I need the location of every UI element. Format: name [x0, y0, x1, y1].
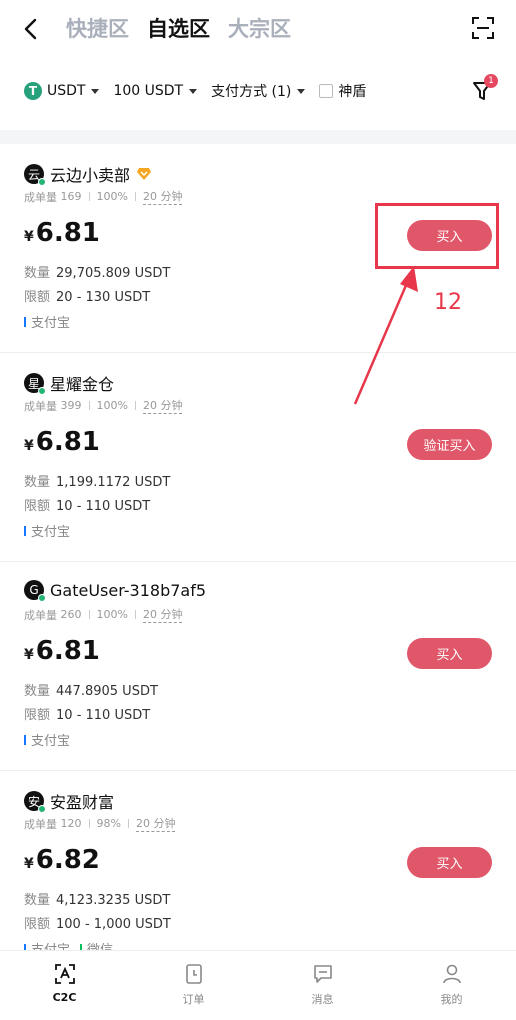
message-icon — [313, 965, 332, 983]
merchant-name: GateUser-318b7af5 — [50, 580, 207, 600]
nav-label: 消息 — [311, 993, 334, 1006]
usdt-coin-icon: T — [24, 82, 42, 100]
tab-quick-zone[interactable]: 快捷区 — [66, 14, 129, 44]
avatar: 云 — [24, 164, 46, 186]
avatar: G — [24, 580, 46, 602]
payment-methods: 支付宝 — [24, 521, 80, 540]
merchant-info[interactable]: G GateUser-318b7af5 — [24, 580, 207, 602]
unit-price: ¥6.82 — [24, 845, 100, 875]
payment-alipay: 支付宝 — [24, 730, 70, 749]
offer-card: 星 星耀金仓 成单量 399 100% 20 分钟 ¥6.81 数量 1,199.… — [0, 353, 516, 562]
order-icon — [185, 964, 202, 984]
nav-profile[interactable]: 我的 — [387, 951, 516, 1020]
payment-methods: 支付宝 — [24, 730, 80, 749]
online-dot — [38, 594, 46, 602]
filter-bar: T USDT 100 USDT 支付方式 (1) 神盾 1 — [0, 68, 516, 114]
merchant-name: 云边小卖部 — [50, 166, 131, 185]
shield-label: 神盾 — [338, 84, 367, 100]
merchant-stats: 成单量 169 100% 20 分钟 — [24, 190, 183, 205]
online-dot — [38, 387, 46, 395]
limit-row: 限额 100 - 1,000 USDT — [24, 917, 171, 932]
online-dot — [38, 805, 46, 813]
zone-tabs: 快捷区 自选区 大宗区 — [66, 14, 291, 44]
merchant-stats: 成单量 120 98% 20 分钟 — [24, 817, 176, 832]
filter-count-badge: 1 — [484, 74, 498, 88]
nav-messages[interactable]: 消息 — [258, 951, 387, 1020]
verified-merchant-icon — [137, 168, 152, 180]
chevron-down-icon — [91, 88, 100, 94]
merchant-stats: 成单量 399 100% 20 分钟 — [24, 399, 183, 414]
shield-filter[interactable]: 神盾 — [319, 81, 366, 101]
coin-selector[interactable]: T USDT — [0, 82, 100, 100]
payment-wechat: 微信 — [80, 939, 113, 950]
buy-button[interactable]: 买入 — [407, 847, 492, 878]
merchant-stats: 成单量 260 100% 20 分钟 — [24, 608, 183, 623]
payment-methods: 支付宝 微信 — [24, 939, 123, 950]
nav-orders[interactable]: 订单 — [129, 951, 258, 1020]
highlight-box — [375, 203, 499, 269]
chevron-down-icon — [297, 88, 306, 94]
unit-price: ¥6.81 — [24, 427, 100, 457]
chevron-down-icon — [189, 88, 198, 94]
payment-label: 支付方式 (1) — [211, 84, 292, 100]
offer-card: 安 安盈财富 成单量 120 98% 20 分钟 ¥6.82 数量 4,123.3… — [0, 771, 516, 950]
unit-price: ¥6.81 — [24, 218, 100, 248]
tab-bulk-zone[interactable]: 大宗区 — [228, 14, 291, 44]
quantity-row: 数量 29,705.809 USDT — [24, 266, 171, 281]
payment-methods: 支付宝 — [24, 312, 80, 331]
payment-alipay: 支付宝 — [24, 521, 70, 540]
unit-price: ¥6.81 — [24, 636, 100, 666]
quantity-row: 数量 4,123.3235 USDT — [24, 893, 171, 908]
c2c-icon — [54, 964, 75, 984]
scan-icon[interactable] — [472, 17, 494, 39]
section-divider — [0, 130, 516, 144]
amount-label: 100 USDT — [113, 83, 184, 99]
merchant-name: 安盈财富 — [50, 793, 115, 812]
online-dot — [38, 178, 46, 186]
quantity-row: 数量 447.8905 USDT — [24, 684, 158, 699]
nav-label: 我的 — [440, 993, 463, 1006]
amount-selector[interactable]: 100 USDT — [113, 83, 198, 99]
payment-alipay: 支付宝 — [24, 939, 70, 950]
buy-button[interactable]: 买入 — [407, 638, 492, 669]
merchant-info[interactable]: 星 星耀金仓 — [24, 371, 114, 395]
bottom-nav: C2C 订单 消息 我的 — [0, 950, 516, 1020]
avatar: 星 — [24, 373, 46, 395]
limit-row: 限额 10 - 110 USDT — [24, 708, 151, 723]
merchant-name: 星耀金仓 — [50, 375, 115, 394]
limit-row: 限额 20 - 130 USDT — [24, 290, 151, 305]
offer-card: G GateUser-318b7af5 成单量 260 100% 20 分钟 ¥… — [0, 562, 516, 771]
nav-c2c[interactable]: C2C — [0, 951, 129, 1020]
tab-custom-zone[interactable]: 自选区 — [147, 14, 210, 44]
verify-buy-button[interactable]: 验证买入 — [407, 429, 492, 460]
merchant-info[interactable]: 安 安盈财富 — [24, 789, 114, 813]
step-number: 12 — [434, 290, 462, 315]
top-bar: 快捷区 自选区 大宗区 — [0, 0, 516, 58]
coin-label: USDT — [47, 83, 86, 99]
quantity-row: 数量 1,199.1172 USDT — [24, 475, 171, 490]
limit-row: 限额 10 - 110 USDT — [24, 499, 151, 514]
annotation-arrow-icon — [353, 266, 418, 405]
shield-checkbox[interactable] — [319, 84, 334, 98]
merchant-info[interactable]: 云 云边小卖部 — [24, 162, 152, 186]
back-arrow-icon[interactable] — [18, 14, 44, 44]
payment-alipay: 支付宝 — [24, 312, 70, 331]
nav-label: 订单 — [182, 993, 205, 1006]
nav-label: C2C — [52, 991, 77, 1004]
profile-icon — [442, 964, 461, 984]
avatar: 安 — [24, 791, 46, 813]
payment-selector[interactable]: 支付方式 (1) — [211, 81, 306, 101]
